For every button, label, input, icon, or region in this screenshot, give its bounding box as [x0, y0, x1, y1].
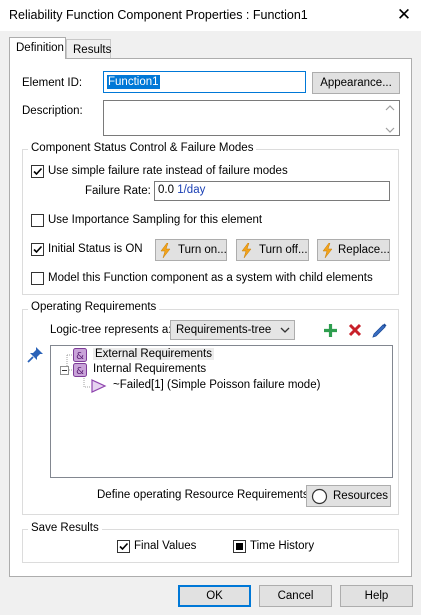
logic-tree-label: Logic-tree represents a: — [50, 324, 172, 336]
chevron-down-icon — [280, 327, 290, 333]
failure-rate-label: Failure Rate: — [85, 185, 151, 197]
tree-item-failed[interactable]: ~Failed[1] (Simple Poisson failure mode) — [113, 379, 320, 391]
final-values-label: Final Values — [134, 540, 197, 552]
description-label: Description: — [22, 105, 83, 117]
lightning-icon — [160, 243, 171, 258]
model-system-label: Model this Function component as a syste… — [48, 272, 373, 284]
edit-pencil-icon[interactable] — [371, 321, 388, 338]
checkmark-icon — [119, 542, 129, 551]
delete-icon[interactable] — [348, 323, 362, 337]
turn-on-label: Turn on... — [178, 244, 227, 256]
collapse-icon[interactable] — [60, 366, 69, 375]
plus-icon[interactable] — [323, 323, 338, 338]
operating-group-title: Operating Requirements — [28, 301, 160, 313]
failure-rate-input[interactable]: 0.0 1/day — [154, 181, 390, 201]
tab-definition[interactable]: Definition — [9, 37, 66, 59]
element-id-input[interactable]: Function1 — [103, 71, 306, 93]
initial-status-checkbox[interactable] — [31, 243, 44, 256]
element-id-value: Function1 — [107, 75, 160, 89]
checkmark-icon — [33, 167, 43, 176]
close-icon[interactable]: ✕ — [392, 4, 416, 26]
and-gate-icon: & — [73, 348, 87, 362]
save-group — [22, 529, 399, 563]
lightning-icon — [322, 243, 333, 258]
turn-on-button[interactable]: Turn on... — [155, 239, 227, 261]
checkmark-icon — [33, 245, 43, 254]
tree-item-internal[interactable]: Internal Requirements — [93, 363, 206, 375]
filled-square-icon — [236, 543, 243, 550]
description-input[interactable] — [103, 100, 400, 136]
requirements-tree[interactable]: & External Requirements & Internal Requi… — [50, 345, 393, 478]
title-bar: Reliability Function Component Propertie… — [0, 0, 421, 31]
replace-button[interactable]: Replace... — [317, 239, 390, 261]
appearance-button[interactable]: Appearance... — [312, 72, 400, 94]
condition-triangle-icon — [91, 379, 107, 393]
window-title: Reliability Function Component Propertie… — [9, 8, 308, 22]
simple-failure-rate-label: Use simple failure rate instead of failu… — [48, 165, 288, 177]
pin-icon[interactable] — [27, 346, 44, 363]
initial-status-label: Initial Status is ON — [48, 243, 143, 255]
failure-rate-number: 0.0 — [158, 184, 174, 196]
scrollbar-arrows[interactable] — [385, 104, 395, 134]
logic-tree-selected: Requirements-tree — [176, 324, 272, 336]
importance-sampling-label: Use Importance Sampling for this element — [48, 214, 263, 226]
replace-label: Replace... — [338, 244, 390, 256]
time-history-label: Time History — [250, 540, 315, 552]
simple-failure-rate-checkbox[interactable] — [31, 165, 44, 178]
radio-icon — [311, 488, 328, 505]
final-values-checkbox[interactable] — [117, 540, 130, 553]
lightning-icon — [241, 243, 252, 258]
tree-item-external[interactable]: External Requirements — [93, 348, 214, 360]
ok-button[interactable]: OK — [178, 585, 251, 607]
svg-text:&: & — [76, 366, 84, 377]
resources-label: Resources — [333, 490, 388, 502]
turn-off-label: Turn off... — [259, 244, 308, 256]
logic-tree-select[interactable]: Requirements-tree — [170, 320, 295, 340]
status-group-title: Component Status Control & Failure Modes — [28, 142, 257, 154]
and-gate-icon: & — [73, 363, 87, 377]
turn-off-button[interactable]: Turn off... — [236, 239, 309, 261]
svg-text:&: & — [76, 351, 84, 362]
model-system-checkbox[interactable] — [31, 272, 44, 285]
cancel-button[interactable]: Cancel — [259, 585, 332, 607]
importance-sampling-checkbox[interactable] — [31, 214, 44, 227]
time-history-checkbox[interactable] — [233, 540, 246, 553]
element-id-label: Element ID: — [22, 77, 83, 89]
resources-button[interactable]: Resources — [306, 485, 391, 507]
resource-label: Define operating Resource Requirements: — [97, 489, 312, 501]
tab-results[interactable]: Results — [66, 39, 111, 59]
help-button[interactable]: Help — [340, 585, 413, 607]
save-group-title: Save Results — [28, 522, 102, 534]
failure-rate-unit: 1/day — [177, 184, 206, 196]
